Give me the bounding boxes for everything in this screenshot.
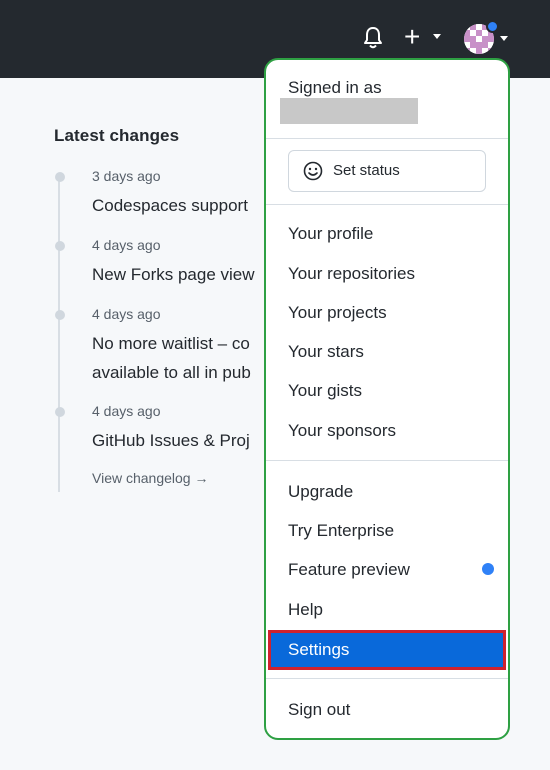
section-heading: Latest changes bbox=[54, 126, 180, 145]
menu-item-sign-out[interactable]: Sign out bbox=[288, 700, 350, 720]
timeline-line bbox=[58, 176, 60, 492]
menu-item-your-sponsors[interactable]: Your sponsors bbox=[288, 421, 396, 441]
menu-divider bbox=[266, 678, 508, 679]
user-dropdown-menu: Signed in as Set status Your profile You… bbox=[264, 58, 510, 740]
menu-item-feature-preview[interactable]: Feature preview bbox=[288, 560, 410, 580]
menu-divider bbox=[266, 204, 508, 205]
bell-icon[interactable] bbox=[362, 26, 384, 50]
change-date: 4 days ago bbox=[92, 306, 161, 322]
menu-item-your-projects[interactable]: Your projects bbox=[288, 303, 387, 323]
timeline-dot-icon bbox=[55, 241, 65, 251]
menu-divider bbox=[266, 138, 508, 139]
menu-divider bbox=[266, 460, 508, 461]
menu-item-help[interactable]: Help bbox=[288, 600, 323, 620]
menu-item-try-enterprise[interactable]: Try Enterprise bbox=[288, 521, 394, 541]
create-new-button[interactable]: + bbox=[404, 22, 420, 52]
timeline-dot-icon bbox=[55, 310, 65, 320]
menu-item-your-gists[interactable]: Your gists bbox=[288, 381, 362, 401]
menu-item-your-profile[interactable]: Your profile bbox=[288, 224, 373, 244]
menu-item-settings[interactable]: Settings bbox=[268, 630, 506, 670]
menu-item-your-repositories[interactable]: Your repositories bbox=[288, 264, 415, 284]
latest-changes-section: Latest changes bbox=[54, 126, 179, 146]
signed-in-label: Signed in as bbox=[288, 78, 382, 97]
settings-label: Settings bbox=[288, 640, 350, 659]
set-status-button[interactable]: Set status bbox=[288, 150, 486, 192]
change-date: 4 days ago bbox=[92, 403, 161, 419]
chevron-down-icon[interactable] bbox=[433, 34, 441, 39]
view-changelog-link[interactable]: View changelog → bbox=[92, 470, 208, 486]
timeline-dot-icon bbox=[55, 407, 65, 417]
menu-item-your-stars[interactable]: Your stars bbox=[288, 342, 364, 362]
set-status-label: Set status bbox=[333, 162, 400, 179]
new-feature-dot-icon bbox=[482, 563, 494, 575]
menu-item-upgrade[interactable]: Upgrade bbox=[288, 482, 353, 502]
change-date: 4 days ago bbox=[92, 237, 161, 253]
timeline-dot-icon bbox=[55, 172, 65, 182]
smiley-icon bbox=[303, 161, 323, 181]
notification-dot-icon bbox=[486, 20, 499, 33]
change-date: 3 days ago bbox=[92, 168, 161, 184]
redacted-username bbox=[280, 98, 418, 124]
chevron-down-icon[interactable] bbox=[500, 36, 508, 41]
